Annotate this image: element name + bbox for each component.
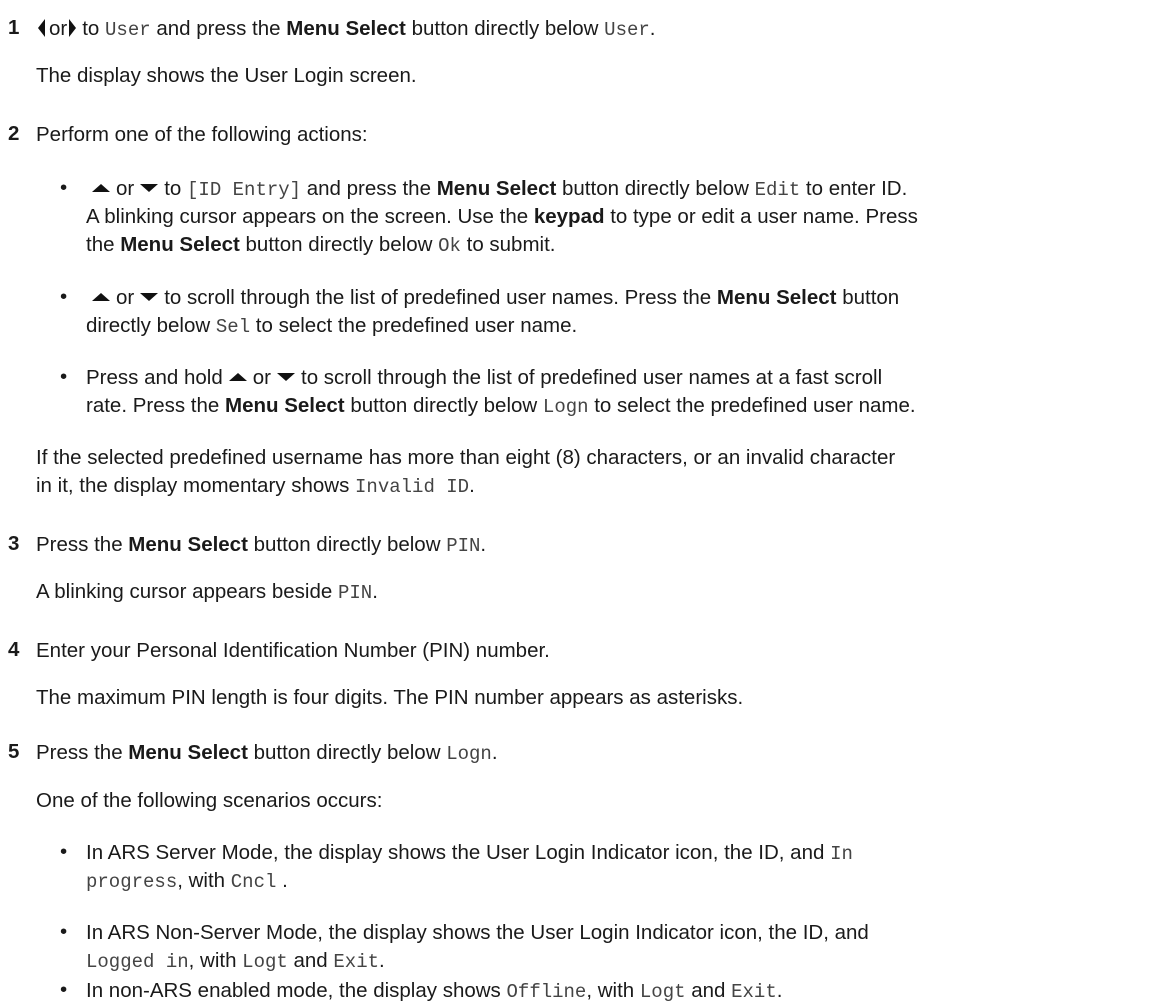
bullet: • (60, 285, 68, 308)
down-arrow-icon (277, 373, 295, 382)
option-2-line-1: or to scroll through the list of predefin… (86, 285, 899, 311)
step-number: 2 (8, 122, 20, 145)
step-4-result: The maximum PIN length is four digits. T… (36, 686, 744, 709)
scenario-2-line-2: Logged in, with Logt and Exit. (86, 949, 385, 973)
down-arrow-icon (140, 293, 159, 302)
down-arrow-icon (140, 184, 159, 193)
step-3-instruction: Press the Menu Select button directly be… (36, 533, 487, 557)
up-arrow-icon (92, 183, 110, 192)
step-3-result: A blinking cursor appears beside PIN. (36, 580, 378, 604)
step-5-result: One of the following scenarios occurs: (36, 789, 383, 812)
step-number: 1 (8, 16, 20, 39)
option-1-line-1: or to [ID Entry] and press the Menu Selec… (86, 176, 907, 203)
up-arrow-icon (92, 292, 110, 301)
bullet: • (60, 365, 68, 388)
step-2-note-line-1: If the selected predefined username has … (36, 446, 896, 469)
step-1-instruction: or to User and press the Menu Select butt… (36, 16, 655, 43)
option-1-line-2: A blinking cursor appears on the screen.… (86, 205, 918, 228)
step-5-instruction: Press the Menu Select button directly be… (36, 741, 498, 765)
option-1-line-3: the Menu Select button directly below Ok… (86, 233, 556, 257)
step-4-instruction: Enter your Personal Identification Numbe… (36, 639, 550, 662)
option-2-line-2: directly below Sel to select the predefi… (86, 314, 578, 338)
bullet: • (60, 978, 68, 1001)
scenario-3-line-1: In non-ARS enabled mode, the display sho… (86, 979, 783, 1003)
left-arrow-icon (38, 19, 45, 38)
step-2-intro: Perform one of the following actions: (36, 123, 368, 146)
bullet: • (60, 840, 68, 863)
step-number: 5 (8, 740, 20, 763)
step-number: 4 (8, 638, 20, 661)
step-2-note-line-2: in it, the display momentary shows Inval… (36, 474, 475, 498)
scenario-1-line-1: In ARS Server Mode, the display shows th… (86, 841, 853, 865)
bullet: • (60, 176, 68, 199)
option-3-line-2: rate. Press the Menu Select button direc… (86, 394, 916, 418)
scenario-1-line-2: progress, with Cncl . (86, 869, 288, 893)
option-3-line-1: Press and hold or to scroll through the li… (86, 366, 883, 389)
scenario-2-line-1: In ARS Non-Server Mode, the display show… (86, 921, 869, 944)
bullet: • (60, 920, 68, 943)
right-arrow-icon (69, 19, 77, 38)
up-arrow-icon (228, 372, 247, 381)
step-number: 3 (8, 532, 20, 555)
step-1-result: The display shows the User Login screen. (36, 64, 417, 87)
